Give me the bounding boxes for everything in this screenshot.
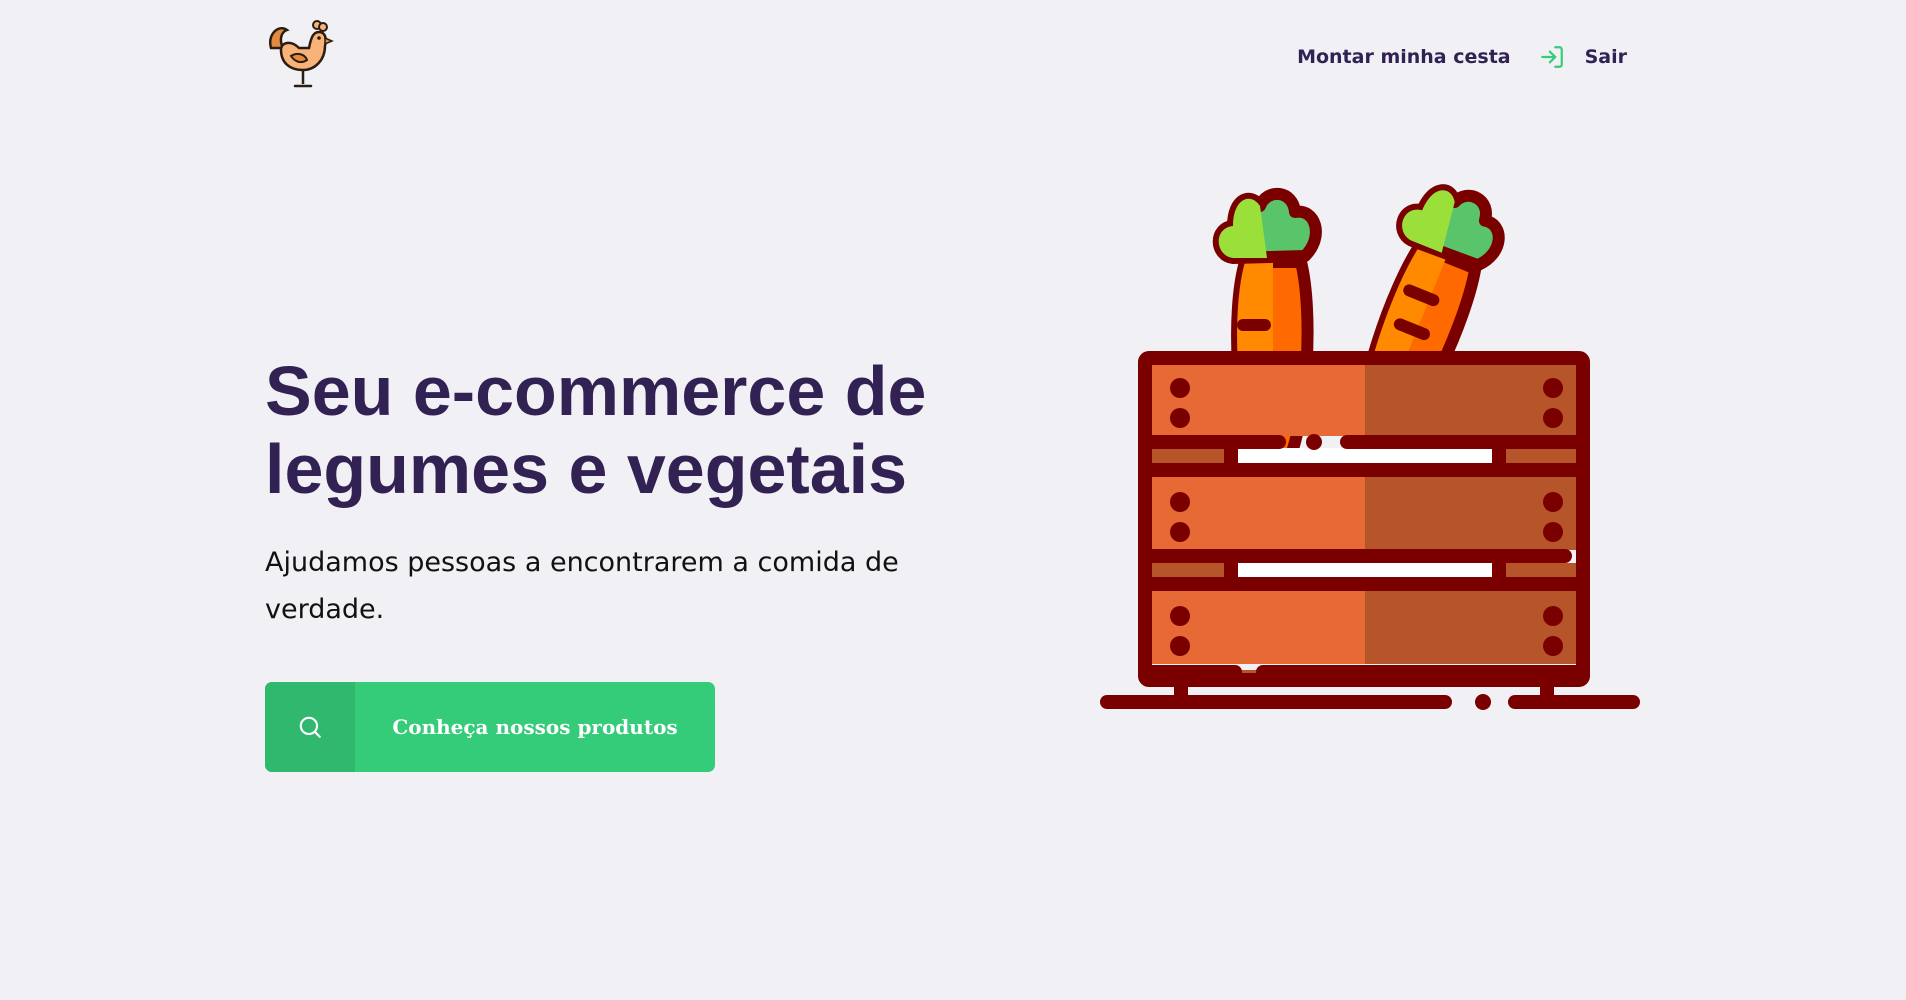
explore-products-label: Conheça nossos produtos	[392, 715, 678, 739]
logout-button[interactable]: Sair	[1539, 44, 1627, 70]
search-icon	[265, 682, 355, 772]
explore-products-button[interactable]: Conheça nossos produtos	[265, 682, 715, 772]
landing-page: Montar minha cesta Sair Seu e-commerce d…	[0, 0, 1906, 1000]
hero-title: Seu e-commerce de legumes e vegetais	[265, 352, 927, 508]
log-in-icon	[1539, 44, 1565, 70]
header: Montar minha cesta Sair	[265, 18, 1627, 90]
carrot-crate-icon	[1095, 170, 1655, 720]
hero-subtitle: Ajudamos pessoas a encontrarem a comida …	[265, 547, 899, 625]
build-basket-link[interactable]: Montar minha cesta	[1297, 46, 1511, 68]
logout-label: Sair	[1584, 46, 1627, 68]
rooster-icon[interactable]	[265, 18, 335, 90]
top-nav: Montar minha cesta Sair	[1297, 42, 1627, 72]
